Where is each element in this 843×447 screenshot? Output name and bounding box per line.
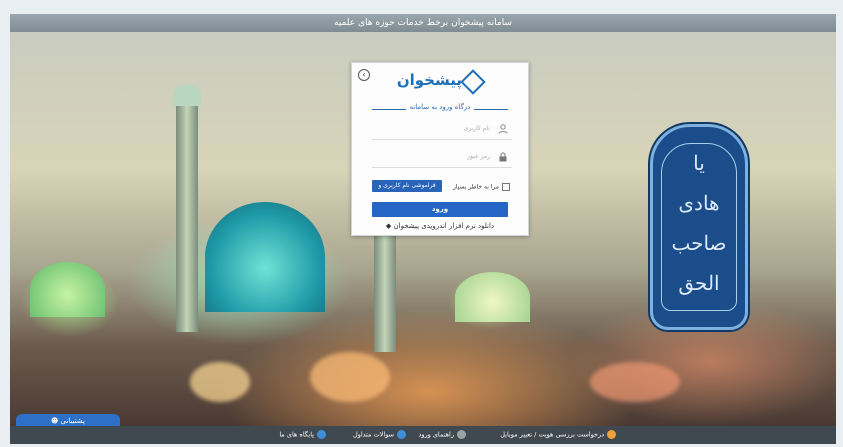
- dome-right: [455, 272, 530, 322]
- android-icon: ◆: [385, 222, 392, 230]
- footer-link-label: راهنمای ورود: [418, 430, 454, 439]
- support-icon: ☻: [51, 417, 61, 425]
- identity-icon: [607, 430, 616, 439]
- calligraphy-line: صاحب: [671, 231, 727, 255]
- footer-link-faq[interactable]: سوالات متداول: [353, 430, 406, 439]
- sites-icon: [317, 430, 326, 439]
- guide-icon: [457, 430, 466, 439]
- username-field[interactable]: نام کاربری: [372, 121, 512, 140]
- user-icon: [498, 124, 508, 134]
- calligraphy-line: یا: [693, 151, 705, 175]
- footer-link-label: درخواست بررسی هویت / تغییر موبایل: [500, 430, 604, 439]
- logo-text: پیشخوان: [396, 71, 462, 89]
- username-placeholder: نام کاربری: [463, 125, 490, 132]
- bokeh-lights: [590, 362, 680, 402]
- password-placeholder: رمز عبور: [467, 153, 490, 160]
- android-download-link[interactable]: دانلود نرم افزار اندرویدی پیشخوان ◆: [352, 222, 528, 230]
- bokeh-lights: [310, 352, 390, 402]
- support-label: پشتیبانی: [60, 417, 85, 425]
- dome-cap-left: [173, 84, 201, 106]
- lock-icon: [499, 152, 507, 162]
- calligraphy-badge: یا هادی صاحب الحق: [650, 124, 748, 330]
- remember-me[interactable]: مرا به خاطر بسپار: [453, 183, 510, 191]
- calligraphy-line: هادی: [678, 191, 720, 215]
- main-dome: [205, 202, 325, 312]
- faq-icon: [397, 430, 406, 439]
- android-download-label: دانلود نرم افزار اندرویدی پیشخوان: [393, 222, 495, 230]
- logo-emblem-icon: [460, 69, 486, 95]
- window-title: سامانه پیشخوان برخط خدمات حوزه های علمیه: [10, 14, 836, 32]
- dome-left: [30, 262, 105, 317]
- footer-link-guide[interactable]: راهنمای ورود: [418, 430, 466, 439]
- pishkhan-logo: پیشخوان: [392, 69, 488, 95]
- back-icon[interactable]: ›: [358, 69, 370, 81]
- remember-checkbox[interactable]: [502, 183, 510, 191]
- footer-link-identity[interactable]: درخواست بررسی هویت / تغییر موبایل: [500, 430, 616, 439]
- bokeh-lights: [190, 362, 250, 402]
- password-field[interactable]: رمز عبور: [372, 149, 512, 168]
- footer-bar: درخواست بررسی هویت / تغییر موبایل راهنما…: [10, 426, 836, 444]
- footer-link-sites[interactable]: پایگاه های ما: [279, 430, 326, 439]
- login-panel: › پیشخوان درگاه ورود به سامانه نام کاربر…: [351, 62, 529, 236]
- minaret-left: [176, 92, 198, 332]
- calligraphy-line: الحق: [678, 271, 720, 295]
- remember-label: مرا به خاطر بسپار: [453, 183, 499, 191]
- login-button[interactable]: ورود: [372, 202, 508, 217]
- forgot-credentials-button[interactable]: فراموشی نام کاربری و رمزعبور: [372, 180, 442, 201]
- footer-link-label: پایگاه های ما: [279, 430, 314, 439]
- login-subtitle: درگاه ورود به سامانه: [352, 103, 528, 111]
- footer-link-label: سوالات متداول: [352, 430, 394, 439]
